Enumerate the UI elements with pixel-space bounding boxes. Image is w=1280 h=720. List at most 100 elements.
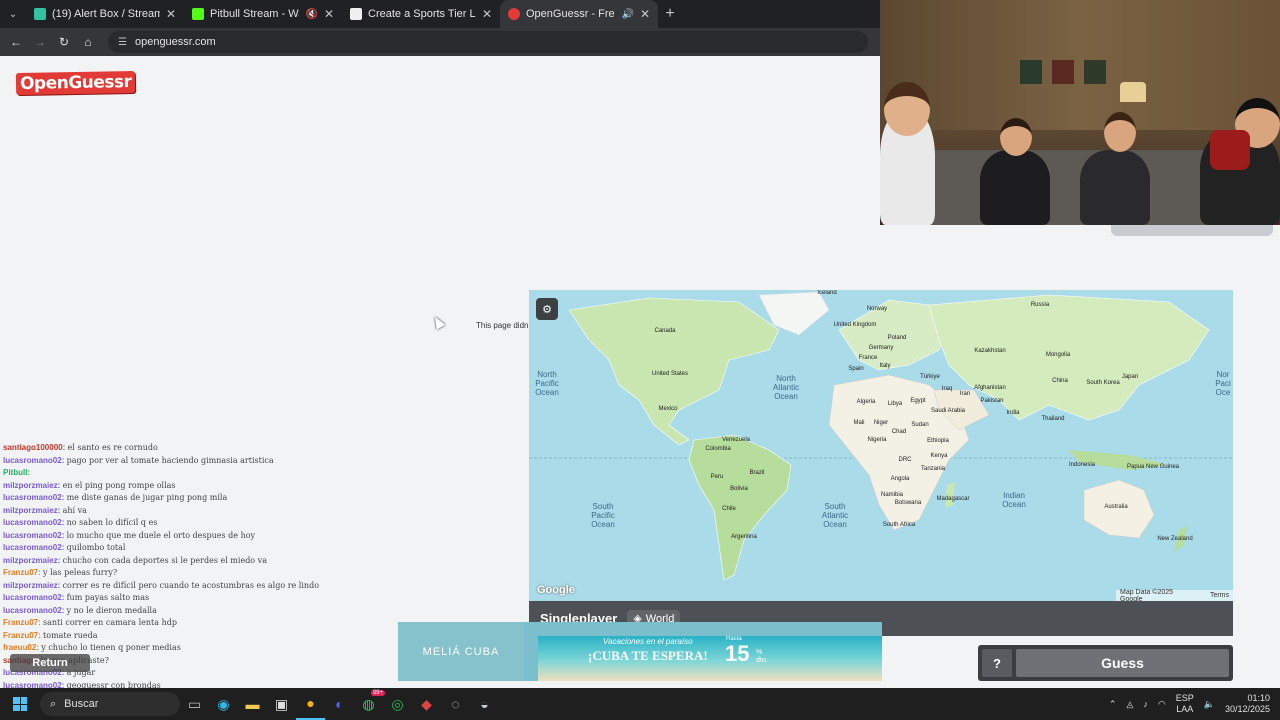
forward-icon[interactable]: → [30, 32, 50, 52]
address-bar[interactable]: ☰ openguessr.com [108, 31, 868, 53]
tab-tier-list[interactable]: Create a Sports Tier List - TierM ✕ [342, 0, 500, 28]
whatsapp-icon[interactable]: ◍ 99+ [354, 688, 385, 720]
tray-overflow-icon[interactable]: ⌃ [1109, 699, 1117, 710]
browser-tab-strip: ⌄ (19) Alert Box / Streamlabs ✕ Pitbull … [0, 0, 880, 28]
tab-streamlabs[interactable]: (19) Alert Box / Streamlabs ✕ [26, 0, 184, 28]
store-icon[interactable]: ▣ [267, 688, 296, 720]
chat-message: lucasromano02: lo mucho que me duele el … [3, 530, 343, 543]
system-tray: ⌃ ◬ ♪ ◠ ESP LAA 🔈 01:10 30/12/2025 [1109, 688, 1280, 720]
chat-username: lucasromano02: [3, 518, 65, 527]
tab-pitbull-stream[interactable]: Pitbull Stream - Watch Live 🔇 ✕ [184, 0, 342, 28]
edge-icon[interactable]: ◉ [209, 688, 238, 720]
speaker-icon[interactable]: 🔊 [621, 9, 633, 20]
world-map-svg [529, 291, 1233, 581]
country-label: Mongolia [1045, 352, 1071, 358]
site-info-icon[interactable]: ☰ [118, 37, 127, 48]
new-tab-icon[interactable]: + [658, 5, 682, 23]
country-label: Iran [959, 391, 971, 397]
close-tab-icon[interactable]: ✕ [324, 7, 334, 21]
map-settings-icon[interactable]: ⚙ [536, 298, 558, 320]
mute-icon[interactable]: 🔇 [305, 9, 317, 20]
chat-text: correr es re difícil pero cuando te acos… [62, 580, 320, 590]
task-view-icon[interactable]: ▭ [180, 688, 209, 720]
app-icon[interactable]: ◆ [412, 688, 441, 720]
country-label: Afghanistan [974, 385, 1006, 391]
chat-text: en el ping pong rompe ollas [62, 480, 176, 490]
country-label: Chad [891, 429, 907, 435]
country-label: Nigeria [867, 437, 887, 443]
country-label: Pakistan [980, 398, 1004, 404]
south-america-landmass [688, 434, 792, 581]
country-label: Spain [848, 366, 864, 372]
taskbar-search[interactable]: ⌕ Buscar [40, 692, 180, 716]
microphone-icon[interactable]: ♪ [1143, 699, 1148, 709]
chat-username: lucasromano02: [3, 605, 65, 615]
chat-username: Pitbull: [3, 468, 31, 477]
country-label: Russia [1030, 302, 1050, 308]
discord-icon[interactable]: ◐ [325, 688, 354, 720]
tab-openguessr[interactable]: OpenGuessr - Free GeoGue 🔊 ✕ [500, 0, 658, 28]
country-label: Italy [879, 363, 891, 369]
network-icon[interactable]: ◬ [1126, 699, 1133, 710]
terms-link[interactable]: Terms [1210, 592, 1229, 599]
home-icon[interactable]: ⌂ [78, 32, 98, 52]
ad-discount-suffix: % dto. [756, 649, 768, 664]
tab-title: Pitbull Stream - Watch Live [210, 8, 299, 20]
close-tab-icon[interactable]: ✕ [482, 7, 492, 21]
ad-brand: MELIÁ CUBA [398, 622, 524, 681]
start-button[interactable] [0, 688, 40, 720]
openguessr-favicon-icon [508, 8, 520, 20]
language-indicator[interactable]: ESP LAA [1176, 693, 1194, 715]
webcam-frame [1052, 60, 1074, 84]
back-icon[interactable]: ← [6, 32, 26, 52]
reload-icon[interactable]: ↻ [54, 32, 74, 52]
webcam-person-head [884, 82, 930, 136]
chat-message: Franzu07: santi correr en camara lenta h… [3, 617, 343, 630]
webcam-overlay [880, 0, 1280, 225]
country-label: Mexico [658, 406, 678, 412]
wifi-icon[interactable]: ◠ [1158, 699, 1166, 710]
country-label: New Zealand [1157, 536, 1193, 542]
chat-text: lo mucho que me duele el orto despues de… [66, 530, 256, 540]
obs-icon[interactable]: ◌ [441, 688, 470, 720]
volume-icon[interactable]: 🔈 [1204, 699, 1215, 710]
chat-username: Franzu07: [3, 618, 41, 627]
country-label: Iraq [941, 386, 953, 392]
country-label: Colombia [705, 446, 731, 452]
close-tab-icon[interactable]: ✕ [166, 7, 176, 21]
spotify-icon[interactable]: ◎ [383, 688, 412, 720]
guess-map[interactable]: Iceland Norway Russia United Kingdom Pol… [529, 290, 1233, 601]
language-code: ESP [1175, 693, 1194, 703]
tab-search-icon[interactable]: ⌄ [0, 0, 26, 28]
chrome-icon[interactable]: ● [296, 688, 325, 720]
chat-username: lucasromano02: [3, 493, 65, 502]
chat-message: milzporzmaiez: chucho con cada deportes … [3, 555, 343, 568]
chat-message: lucasromano02: quilombo total [3, 542, 343, 555]
google-logo: Google [537, 584, 575, 596]
clock[interactable]: 01:10 30/12/2025 [1225, 693, 1270, 715]
keyboard-layout: LAA [1176, 704, 1194, 714]
country-label: South Korea [1086, 380, 1120, 386]
close-tab-icon[interactable]: ✕ [640, 7, 650, 21]
help-button[interactable]: ? [982, 649, 1012, 677]
country-label: Japan [1121, 374, 1139, 380]
guess-button[interactable]: Guess [1016, 649, 1229, 677]
ad-banner[interactable]: MELIÁ CUBA Vacaciones en el paraíso ¡CUB… [398, 622, 882, 681]
chat-text: santi correr en camara lenta hdp [43, 618, 177, 627]
country-label: Angola [890, 476, 910, 482]
country-label: Algeria [856, 399, 876, 405]
streamlabs-favicon-icon [34, 8, 46, 20]
country-label: Niger [873, 420, 889, 426]
openguessr-logo[interactable]: OpenGuessr [15, 70, 136, 96]
steam-icon[interactable]: ◒ [470, 688, 499, 720]
chat-message: Franzu07: tomate rueda [3, 630, 343, 643]
country-label: Venezuela [721, 437, 751, 443]
country-label: Papua New Guinea [1126, 464, 1180, 470]
chat-username: Franzu07: [3, 630, 41, 640]
return-button[interactable]: Return [10, 654, 90, 672]
webcam-frame [1020, 60, 1042, 84]
country-label: Botswana [894, 500, 922, 506]
chat-message: lucasromano02: fum payas salto mas [3, 592, 343, 605]
notification-badge: 99+ [370, 690, 385, 696]
file-explorer-icon[interactable]: ▬ [238, 688, 267, 720]
